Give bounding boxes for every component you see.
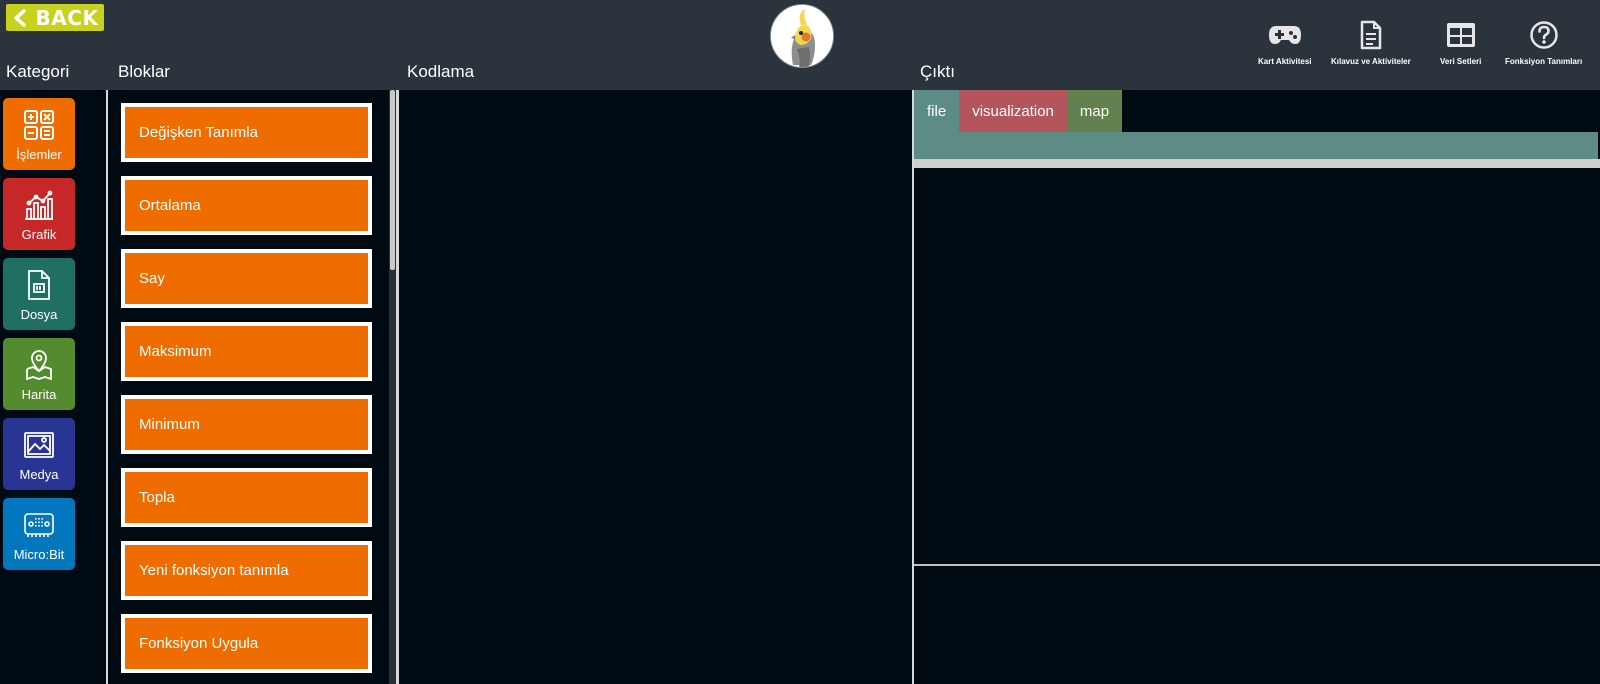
- cockatiel-logo: [770, 4, 834, 68]
- category-label: Grafik: [21, 227, 57, 242]
- kilavuz-label: Kılavuz ve Aktiviteler: [1331, 57, 1411, 66]
- map-pin-icon: [21, 347, 57, 383]
- kilavuz-button[interactable]: Kılavuz ve Aktiviteler: [1331, 18, 1411, 66]
- category-microbit[interactable]: Micro:Bit: [3, 498, 75, 570]
- category-dosya[interactable]: Dosya: [3, 258, 75, 330]
- bloklar-title: Bloklar: [118, 62, 170, 81]
- file-icon: [21, 267, 57, 303]
- veri-setleri-button[interactable]: Veri Setleri: [1440, 18, 1481, 66]
- output-separator: [914, 564, 1600, 566]
- table-icon: [1444, 18, 1478, 52]
- scrollbar-thumb[interactable]: [390, 90, 395, 270]
- blocks-scrollbar[interactable]: [389, 90, 396, 684]
- kodlama-title: Kodlama: [407, 62, 475, 81]
- tab-file[interactable]: file: [914, 90, 960, 132]
- block-fonksiyon-uygula[interactable]: Fonksiyon Uygula: [121, 614, 372, 673]
- category-harita[interactable]: Harita: [3, 338, 75, 410]
- gamepad-icon: [1268, 18, 1302, 52]
- tab-visualization[interactable]: visualization: [959, 90, 1067, 132]
- microbit-icon: [21, 507, 57, 543]
- file-bar-scrollbar[interactable]: [914, 159, 1600, 168]
- category-label: İşlemler: [16, 147, 62, 162]
- kart-aktivitesi-label: Kart Aktivitesi: [1258, 57, 1312, 66]
- coding-workspace[interactable]: [399, 90, 912, 684]
- blocks-panel: Değişken Tanımla Ortalama Say Maksimum M…: [108, 90, 386, 684]
- fonksiyon-tanimlari-label: Fonksiyon Tanımları: [1505, 57, 1583, 66]
- kart-aktivitesi-button[interactable]: Kart Aktivitesi: [1258, 18, 1312, 66]
- output-panel: file visualization map: [914, 90, 1600, 684]
- output-tabs: file visualization map: [914, 90, 1123, 132]
- category-label: Dosya: [20, 307, 58, 322]
- file-bar: [914, 132, 1598, 159]
- help-circle-icon: [1527, 18, 1561, 52]
- image-icon: [21, 427, 57, 463]
- category-grafik[interactable]: Grafik: [3, 178, 75, 250]
- category-islemler[interactable]: İşlemler: [3, 98, 75, 170]
- document-icon: [1354, 18, 1388, 52]
- block-degisken-tanimla[interactable]: Değişken Tanımla: [121, 103, 372, 162]
- block-maksimum[interactable]: Maksimum: [121, 322, 372, 381]
- back-button-label: BACK: [35, 5, 99, 30]
- category-label: Micro:Bit: [13, 547, 65, 562]
- top-header: BACK Kategori Bloklar Kodlama Çıktı Kart…: [0, 0, 1600, 90]
- calculator-icon: [21, 107, 57, 143]
- category-label: Harita: [21, 387, 57, 402]
- block-say[interactable]: Say: [121, 249, 372, 308]
- category-medya[interactable]: Medya: [3, 418, 75, 490]
- fonksiyon-tanimlari-button[interactable]: Fonksiyon Tanımları: [1505, 18, 1582, 66]
- chart-icon: [21, 187, 57, 223]
- category-label: Medya: [19, 467, 59, 482]
- back-button[interactable]: BACK: [6, 4, 104, 31]
- block-yeni-fonksiyon[interactable]: Yeni fonksiyon tanımla: [121, 541, 372, 600]
- block-ortalama[interactable]: Ortalama: [121, 176, 372, 235]
- veri-setleri-label: Veri Setleri: [1440, 57, 1482, 66]
- chevron-left-icon: [13, 8, 26, 27]
- tab-map[interactable]: map: [1066, 90, 1123, 132]
- category-sidebar: İşlemler Grafik Dosya Harita Medya Micro…: [0, 90, 106, 684]
- block-topla[interactable]: Topla: [121, 468, 372, 527]
- kategori-title: Kategori: [6, 62, 70, 81]
- cikti-title: Çıktı: [920, 62, 955, 81]
- block-minimum[interactable]: Minimum: [121, 395, 372, 454]
